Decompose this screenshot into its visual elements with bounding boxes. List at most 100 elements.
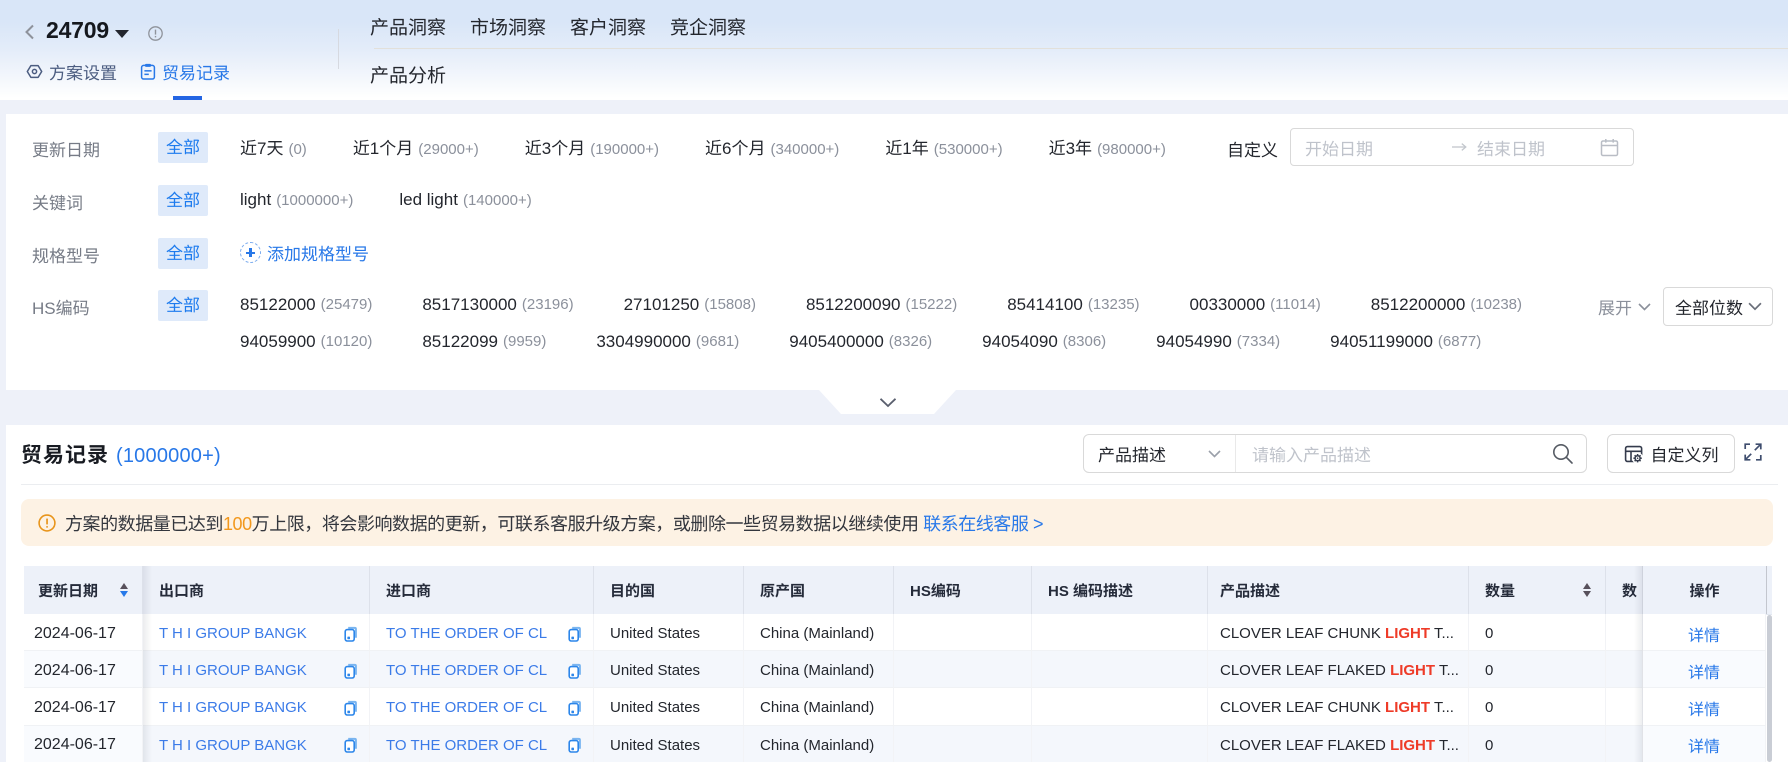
contact-support-link[interactable]: 联系在线客服 > <box>923 514 1043 534</box>
scrollbar-thumb[interactable] <box>1767 615 1772 762</box>
importer-link[interactable]: TO THE ORDER OF CL <box>386 662 547 679</box>
detail-link[interactable]: 详情 <box>1688 696 1720 720</box>
filter-all-chip[interactable]: 全部 <box>158 132 208 163</box>
copy-icon[interactable] <box>344 737 358 753</box>
filter-option[interactable]: 近1个月 (29000+) <box>353 134 479 159</box>
filter-option[interactable]: led light (140000+) <box>399 190 531 210</box>
filter-option-text: 8517130000 <box>422 294 517 314</box>
detail-link[interactable]: 详情 <box>1688 622 1720 646</box>
filter-option[interactable]: 8512200000 (10238) <box>1371 289 1522 321</box>
copy-icon[interactable] <box>568 663 582 679</box>
chevron-down-icon[interactable] <box>115 30 129 38</box>
filter-option[interactable]: 8512200090 (15222) <box>806 289 957 321</box>
section-title-count[interactable]: (1000000+) <box>116 445 221 468</box>
cell-importer: TO THE ORDER OF CL <box>370 688 594 726</box>
filter-option[interactable]: 94054990 (7334) <box>1156 326 1280 358</box>
tab-plan-settings[interactable]: 方案设置 <box>26 59 117 83</box>
column-header-exporter[interactable]: 出口商 <box>143 566 370 614</box>
end-date-input[interactable]: 结束日期 <box>1477 135 1600 160</box>
column-header-clipped[interactable]: 数 <box>1606 566 1643 614</box>
filter-option[interactable]: 85122000 (25479) <box>240 289 372 321</box>
filter-option[interactable]: 近3个月 (190000+) <box>525 134 659 159</box>
filter-option[interactable]: 3304990000 (9681) <box>596 326 739 358</box>
copy-icon[interactable] <box>344 626 358 642</box>
customize-columns-button[interactable]: 自定义列 <box>1607 434 1735 473</box>
search-field-select[interactable]: 产品描述 <box>1084 435 1236 472</box>
digits-select[interactable]: 全部位数 <box>1663 287 1773 326</box>
column-header-action[interactable]: 操作 <box>1643 566 1766 614</box>
arrow-right-icon <box>1451 142 1467 152</box>
start-date-input[interactable]: 开始日期 <box>1305 135 1451 160</box>
filter-option[interactable]: 94054090 (8306) <box>982 326 1106 358</box>
info-icon[interactable] <box>148 26 163 41</box>
sort-icon[interactable] <box>1583 583 1591 597</box>
filter-option-text: light <box>240 189 272 209</box>
filter-option[interactable]: 00330000 (11014) <box>1190 289 1321 321</box>
exporter-link[interactable]: T H I GROUP BANGK <box>159 625 307 642</box>
detail-link[interactable]: 详情 <box>1688 659 1720 683</box>
filter-option[interactable]: 85414100 (13235) <box>1007 289 1139 321</box>
nav-item-customer-insight[interactable]: 客户洞察 <box>570 13 646 40</box>
detail-link[interactable]: 详情 <box>1688 733 1720 757</box>
search-icon[interactable] <box>1551 442 1574 465</box>
filter-option-count: (10238) <box>1470 296 1523 313</box>
plan-title[interactable]: 24709 <box>46 17 109 44</box>
importer-link[interactable]: TO THE ORDER OF CL <box>386 699 547 716</box>
cell-hs-code <box>894 651 1032 689</box>
exporter-link[interactable]: T H I GROUP BANGK <box>159 737 307 754</box>
copy-icon[interactable] <box>568 626 582 642</box>
column-header-update-date[interactable]: 更新日期 <box>24 566 143 614</box>
column-header-origin[interactable]: 原产国 <box>744 566 894 614</box>
column-header-destination[interactable]: 目的国 <box>594 566 744 614</box>
back-icon[interactable] <box>21 23 39 41</box>
copy-icon[interactable] <box>344 700 358 716</box>
tab-trade-records[interactable]: 贸易记录 <box>140 59 230 83</box>
copy-icon[interactable] <box>568 737 582 753</box>
custom-date-label[interactable]: 自定义 <box>1227 136 1278 161</box>
filter-option[interactable]: 9405400000 (8326) <box>789 326 932 358</box>
filter-option[interactable]: 近7天 (0) <box>240 134 307 159</box>
add-spec-model-button[interactable]: 添加规格型号 <box>240 240 369 265</box>
search-input[interactable]: 请输入产品描述 <box>1236 441 1586 466</box>
importer-link[interactable]: TO THE ORDER OF CL <box>386 737 547 754</box>
filter-all-chip[interactable]: 全部 <box>158 290 208 321</box>
column-header-hs-desc[interactable]: HS 编码描述 <box>1032 566 1208 614</box>
filter-option[interactable]: 8517130000 (23196) <box>422 289 573 321</box>
filter-option[interactable]: 27101250 (15808) <box>624 289 756 321</box>
importer-link[interactable]: TO THE ORDER OF CL <box>386 625 547 642</box>
filter-option[interactable]: 近3年 (980000+) <box>1049 134 1166 159</box>
column-header-label: 数 <box>1622 582 1638 600</box>
copy-icon[interactable] <box>568 700 582 716</box>
filter-option[interactable]: light (1000000+) <box>240 190 353 210</box>
cell-hs-code <box>894 725 1032 762</box>
vertical-scrollbar[interactable] <box>1767 615 1772 762</box>
exporter-link[interactable]: T H I GROUP BANGK <box>159 699 307 716</box>
filter-option[interactable]: 近6个月 (340000+) <box>705 134 839 159</box>
subnav-item-product-analysis[interactable]: 产品分析 <box>370 61 446 88</box>
gear-icon <box>26 63 43 80</box>
filter-option[interactable]: 94059900 (10120) <box>240 326 372 358</box>
cell-product: CLOVER LEAF FLAKED LIGHT T... <box>1208 725 1469 762</box>
column-header-hs-code[interactable]: HS编码 <box>894 566 1032 614</box>
fullscreen-icon[interactable] <box>1743 442 1766 465</box>
cell-quantity: 0 <box>1469 725 1606 762</box>
column-header-label: 更新日期 <box>38 582 99 600</box>
nav-item-market-insight[interactable]: 市场洞察 <box>470 13 546 40</box>
filter-all-chip[interactable]: 全部 <box>158 238 208 269</box>
collapse-filter-tab[interactable] <box>819 390 956 414</box>
exporter-link[interactable]: T H I GROUP BANGK <box>159 662 307 679</box>
column-header-label: 数量 <box>1485 582 1516 600</box>
filter-option[interactable]: 94051199000 (6877) <box>1330 326 1481 358</box>
filter-option[interactable]: 近1年 (530000+) <box>885 134 1002 159</box>
date-range-picker[interactable]: 开始日期 结束日期 <box>1290 128 1634 166</box>
expand-toggle[interactable]: 展开 <box>1598 294 1651 319</box>
filter-option[interactable]: 85122099 (9959) <box>422 326 546 358</box>
copy-icon[interactable] <box>344 663 358 679</box>
sort-icon[interactable] <box>120 583 128 597</box>
column-header-importer[interactable]: 进口商 <box>370 566 594 614</box>
nav-item-product-insight[interactable]: 产品洞察 <box>370 13 446 40</box>
column-header-product[interactable]: 产品描述 <box>1208 566 1469 614</box>
filter-all-chip[interactable]: 全部 <box>158 185 208 216</box>
nav-item-competitor-insight[interactable]: 竞企洞察 <box>670 13 746 40</box>
column-header-quantity[interactable]: 数量 <box>1469 566 1606 614</box>
